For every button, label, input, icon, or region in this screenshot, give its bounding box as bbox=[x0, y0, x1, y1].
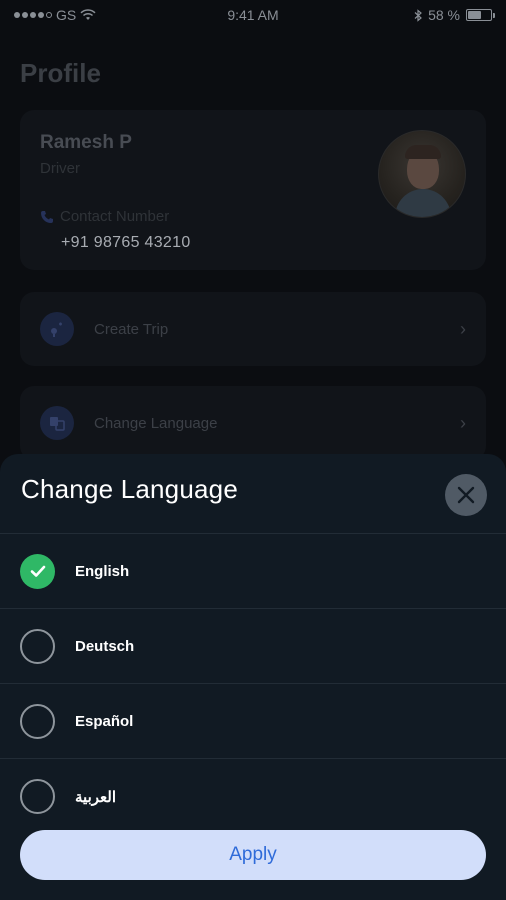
phone-icon bbox=[41, 210, 53, 223]
profile-name: Ramesh P bbox=[40, 132, 132, 153]
language-option[interactable]: Deutsch bbox=[0, 609, 506, 684]
status-time: 9:41 AM bbox=[227, 7, 279, 23]
create-trip-item[interactable]: Create Trip › bbox=[20, 292, 486, 366]
battery-percent: 58 % bbox=[428, 7, 460, 23]
translate-icon bbox=[40, 406, 74, 440]
battery-icon bbox=[466, 9, 495, 21]
radio-button[interactable] bbox=[20, 553, 55, 589]
language-option[interactable]: Español bbox=[0, 684, 506, 759]
language-label: Deutsch bbox=[75, 637, 135, 655]
profile-role: Driver bbox=[40, 160, 80, 177]
check-icon bbox=[30, 565, 45, 577]
contact-number: +91 98765 43210 bbox=[61, 234, 191, 251]
close-icon bbox=[457, 486, 475, 504]
status-left: GS bbox=[14, 7, 96, 23]
create-trip-label: Create Trip bbox=[94, 320, 169, 338]
change-language-item[interactable]: Change Language › bbox=[20, 386, 486, 460]
language-label: English bbox=[75, 562, 130, 580]
language-option[interactable]: العربية bbox=[0, 759, 506, 834]
language-label: Español bbox=[75, 712, 134, 730]
sheet-title: Change Language bbox=[21, 474, 238, 504]
radio-button[interactable] bbox=[20, 703, 55, 739]
signal-icon bbox=[14, 12, 52, 18]
radio-button[interactable] bbox=[20, 779, 55, 814]
radio-button[interactable] bbox=[20, 628, 55, 664]
chevron-right-icon: › bbox=[460, 318, 466, 339]
page-title: Profile bbox=[20, 58, 101, 88]
battery-fill bbox=[468, 11, 481, 19]
profile-card: Ramesh P Driver Contact Number +91 98765… bbox=[20, 110, 486, 270]
close-button[interactable] bbox=[445, 474, 487, 516]
language-option[interactable]: English bbox=[0, 534, 506, 609]
language-list: English Deutsch Español العربية bbox=[0, 534, 506, 834]
bluetooth-icon bbox=[414, 8, 422, 22]
route-icon bbox=[40, 312, 74, 346]
status-bar: GS 9:41 AM 58 % bbox=[0, 0, 506, 30]
contact-label-row: Contact Number bbox=[40, 208, 169, 225]
contact-label: Contact Number bbox=[60, 208, 170, 225]
chevron-right-icon: › bbox=[460, 412, 466, 433]
apply-button[interactable]: Apply bbox=[20, 830, 486, 880]
language-label: العربية bbox=[75, 788, 116, 806]
change-language-label: Change Language bbox=[94, 414, 218, 432]
wifi-icon bbox=[80, 9, 96, 20]
carrier-name: GS bbox=[56, 7, 77, 23]
status-right: 58 % bbox=[414, 7, 495, 23]
language-sheet: Change Language English Deutsch Español … bbox=[0, 454, 506, 900]
avatar bbox=[378, 130, 466, 218]
